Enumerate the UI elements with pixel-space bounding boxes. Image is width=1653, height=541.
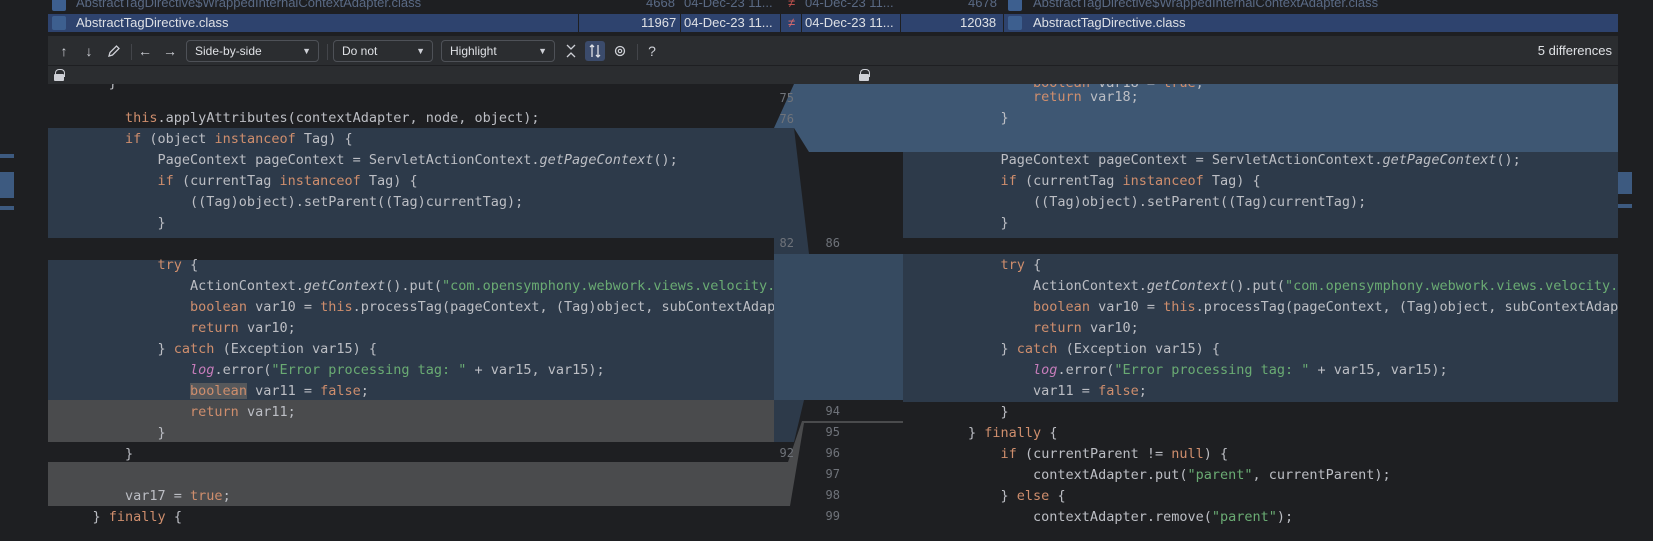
left-date: 04-Dec-23 11... [684, 15, 773, 30]
code-line: return var10; [190, 320, 296, 336]
code-line: } [60, 425, 166, 441]
diff-gutter: 75 76 82 86 92 94 95 96 97 98 99 [774, 84, 903, 541]
arrow-right-icon[interactable]: → [160, 41, 180, 61]
class-file-icon [52, 16, 66, 30]
code-line: } [903, 404, 1009, 420]
line-number: 76 [779, 112, 794, 126]
code-line: return var11; [190, 404, 296, 420]
code-line: PageContext pageContext = ServletActionC… [903, 152, 1521, 168]
file-row-selected[interactable]: AbstractTagDirective.class 11967 04-Dec-… [48, 14, 1618, 32]
code-line: boolean var11 = false; [190, 383, 369, 399]
right-size: 4678 [968, 0, 997, 10]
lock-icon[interactable] [859, 69, 870, 81]
code-line: return var10; [1033, 320, 1139, 336]
right-file-name: AbstractTagDirective$WrappedInternalCont… [1033, 0, 1379, 10]
code-line: } [60, 215, 166, 231]
code-line: } else { [903, 488, 1066, 504]
left-date: 04-Dec-23 11... [684, 0, 773, 10]
left-margin [0, 84, 48, 541]
line-number: 94 [825, 404, 840, 418]
not-equal-icon: ≠ [788, 0, 796, 10]
lock-icon[interactable] [54, 69, 65, 81]
code-line: ((Tag)object).setParent((Tag)currentTag)… [903, 194, 1367, 210]
code-line: } catch (Exception var15) { [60, 341, 377, 357]
file-list: AbstractTagDirective$WrappedInternalCont… [48, 0, 1618, 32]
code-line: } catch (Exception var15) { [903, 341, 1220, 357]
file-name: AbstractTagDirective$WrappedInternalCont… [76, 0, 422, 10]
code-line: log.error("Error processing tag: " + var… [1033, 362, 1448, 378]
diff-count: 5 differences [1537, 43, 1612, 58]
code-line: } [903, 215, 1009, 231]
code-line: ((Tag)object).setParent((Tag)currentTag)… [60, 194, 524, 210]
class-file-icon [1008, 16, 1022, 30]
left-size: 4668 [646, 0, 675, 10]
code-line: PageContext pageContext = ServletActionC… [60, 152, 678, 168]
highlight-mode-dropdown[interactable]: Highlight words ▼ [441, 40, 555, 78]
line-number: 92 [779, 446, 794, 460]
code-line: var17 = true; [60, 488, 231, 504]
arrow-left-icon[interactable]: ← [135, 41, 155, 61]
code-line: try { [1000, 257, 1042, 273]
code-line: } [60, 446, 134, 462]
chevron-down-icon: ▼ [538, 46, 547, 56]
right-size: 12038 [960, 15, 997, 30]
left-size: 11967 [641, 15, 677, 30]
code-line: contextAdapter.put("parent", currentPare… [903, 467, 1391, 483]
code-line: this.applyAttributes(contextAdapter, nod… [60, 110, 540, 126]
code-line: try { [157, 257, 199, 273]
line-number: 82 [779, 236, 794, 250]
code-line: boolean var10 = this.processTag(pageCont… [1033, 299, 1618, 315]
not-equal-icon: ≠ [788, 15, 796, 30]
code-line: boolean var10 = this.processTag(pageCont… [190, 299, 774, 315]
line-number: 98 [825, 488, 840, 502]
line-number: 97 [825, 467, 840, 481]
sync-scroll-icon[interactable] [585, 41, 605, 61]
code-line: } finally { [60, 509, 182, 525]
ignore-mode-dropdown[interactable]: Do not ignore ▼ [333, 40, 433, 78]
file-row[interactable]: AbstractTagDirective$WrappedInternalCont… [48, 0, 1618, 11]
help-icon[interactable]: ? [642, 41, 662, 61]
code-line: ActionContext.getContext().put("com.open… [903, 278, 1618, 294]
class-file-icon [1008, 0, 1022, 11]
line-number: 75 [779, 91, 794, 105]
right-date: 04-Dec-23 11... [805, 15, 894, 30]
class-file-icon [52, 0, 66, 11]
code-line: if (object instanceof Tag) { [125, 131, 353, 147]
chevron-down-icon: ▼ [302, 46, 311, 56]
right-editor[interactable]: boolean var18 = true; return var18; } Pa… [903, 84, 1618, 541]
arrow-up-icon[interactable]: ↑ [54, 41, 74, 61]
viewer-mode-dropdown[interactable]: Side-by-side viewer ▼ [186, 40, 319, 78]
file-name: AbstractTagDirective.class [76, 15, 229, 30]
editor-header [48, 66, 1618, 84]
code-line: if (currentTag instanceof Tag) { [1000, 173, 1261, 189]
chevron-down-icon: ▼ [416, 46, 425, 56]
code-line: } [903, 110, 1009, 126]
right-date: 04-Dec-23 11... [805, 0, 894, 10]
edit-icon[interactable] [104, 41, 124, 61]
settings-icon[interactable] [610, 41, 630, 61]
arrow-down-icon[interactable]: ↓ [79, 41, 99, 61]
left-editor[interactable]: } this.applyAttributes(contextAdapter, n… [48, 84, 774, 541]
collapse-icon[interactable] [561, 41, 581, 61]
code-line: var11 = false; [903, 383, 1147, 399]
code-line: contextAdapter.remove("parent"); [903, 509, 1294, 525]
line-number: 99 [825, 509, 840, 523]
code-line: if (currentParent != null) { [1000, 446, 1229, 462]
code-line: if (currentTag instanceof Tag) { [157, 173, 418, 189]
line-number: 96 [825, 446, 840, 460]
code-line: ActionContext.getContext().put("com.open… [60, 278, 774, 294]
code-line: return var18; [1033, 89, 1139, 105]
code-line: } finally { [903, 425, 1058, 441]
scrollbar[interactable] [1618, 84, 1653, 541]
code-line: log.error("Error processing tag: " + var… [190, 362, 605, 378]
line-number: 86 [825, 236, 840, 250]
line-number: 95 [825, 425, 840, 439]
right-file-name: AbstractTagDirective.class [1033, 15, 1186, 30]
diff-toolbar: ↑ ↓ ← → Side-by-side viewer ▼ Do not ign… [48, 36, 1618, 78]
code-line: } [60, 84, 774, 94]
